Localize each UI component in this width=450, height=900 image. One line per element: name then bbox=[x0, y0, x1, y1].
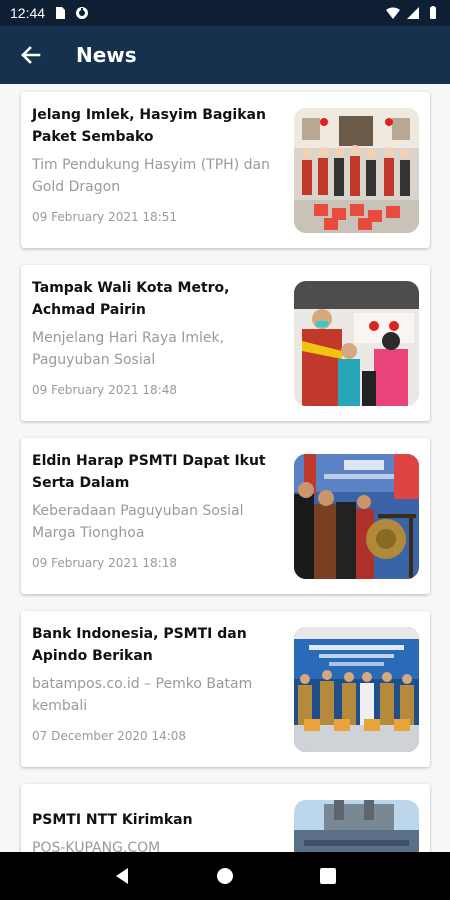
battery-icon bbox=[430, 6, 436, 19]
sd-card-icon bbox=[56, 7, 66, 19]
page-title: News bbox=[76, 43, 137, 67]
news-date: 09 February 2021 18:18 bbox=[32, 556, 178, 570]
system-nav-bar bbox=[0, 852, 450, 900]
news-description: batampos.co.id – Pemko Batam kembali bbox=[32, 676, 253, 714]
recents-square-icon bbox=[320, 868, 337, 884]
news-description: Menjelang Hari Raya Imlek, Paguyuban Sos… bbox=[32, 330, 225, 368]
news-title: Bank Indonesia, PSMTI dan Apindo Berikan bbox=[32, 626, 247, 664]
arrow-left-icon bbox=[21, 46, 41, 64]
news-title: Eldin Harap PSMTI Dapat Ikut Serta Dalam bbox=[32, 453, 266, 491]
news-thumbnail[interactable] bbox=[294, 281, 419, 406]
nav-back-button[interactable] bbox=[102, 856, 142, 896]
wifi-icon bbox=[386, 7, 400, 19]
news-card[interactable]: Bank Indonesia, PSMTI dan Apindo Berikan… bbox=[21, 611, 430, 767]
status-time: 12:44 bbox=[10, 5, 46, 21]
status-bar: 12:44 bbox=[0, 0, 450, 26]
back-button[interactable] bbox=[0, 26, 60, 84]
news-title: PSMTI NTT Kirimkan bbox=[32, 812, 193, 828]
news-card[interactable]: Tampak Wali Kota Metro, Achmad Pairin Me… bbox=[21, 265, 430, 421]
news-thumbnail[interactable] bbox=[294, 627, 419, 752]
news-list: Jelang Imlek, Hasyim Bagikan Paket Semba… bbox=[0, 84, 450, 852]
home-circle-icon bbox=[216, 868, 233, 884]
news-date: 07 December 2020 14:08 bbox=[32, 729, 187, 743]
nav-home-button[interactable] bbox=[205, 856, 245, 896]
news-title: Jelang Imlek, Hasyim Bagikan Paket Semba… bbox=[32, 107, 266, 145]
news-description: POS-KUPANG.COM bbox=[32, 840, 161, 852]
signal-icon bbox=[407, 7, 419, 19]
news-description: Keberadaan Paguyuban Sosial Marga Tiongh… bbox=[32, 503, 244, 541]
news-card[interactable]: Jelang Imlek, Hasyim Bagikan Paket Semba… bbox=[21, 92, 430, 248]
app-bar: News bbox=[0, 26, 450, 84]
news-thumbnail[interactable] bbox=[294, 454, 419, 579]
news-date: 09 February 2021 18:48 bbox=[32, 383, 178, 397]
news-description: Tim Pendukung Hasyim (TPH) dan Gold Drag… bbox=[32, 157, 270, 195]
back-triangle-icon bbox=[115, 868, 128, 884]
news-thumbnail[interactable] bbox=[294, 800, 419, 852]
news-card[interactable]: Eldin Harap PSMTI Dapat Ikut Serta Dalam… bbox=[21, 438, 430, 594]
news-card[interactable]: PSMTI NTT Kirimkan POS-KUPANG.COM bbox=[21, 784, 430, 852]
sync-icon bbox=[76, 7, 89, 19]
news-date: 09 February 2021 18:51 bbox=[32, 210, 178, 224]
nav-recents-button[interactable] bbox=[308, 856, 348, 896]
news-thumbnail[interactable] bbox=[294, 108, 419, 233]
news-title: Tampak Wali Kota Metro, Achmad Pairin bbox=[32, 280, 230, 318]
